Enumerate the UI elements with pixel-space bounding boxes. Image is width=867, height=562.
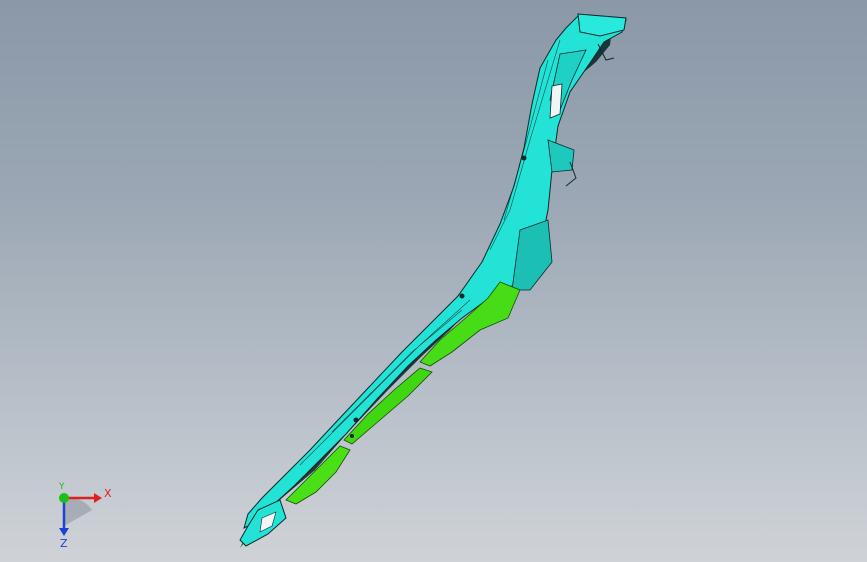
cad-3d-viewport[interactable]: X Z Y <box>0 0 867 562</box>
model-hole <box>350 434 354 438</box>
triad-z-arrow <box>59 528 69 536</box>
body-side-inner-panel-model[interactable] <box>0 0 867 562</box>
model-mid-flange <box>547 139 575 173</box>
orientation-triad[interactable]: X Z Y <box>40 480 120 550</box>
model-hole <box>353 417 359 423</box>
model-cyan-pillar <box>243 15 627 529</box>
triad-y-label: Y <box>58 482 65 492</box>
model-hole <box>521 155 527 161</box>
triad-x-arrow <box>94 493 102 503</box>
triad-x-label: X <box>104 487 112 500</box>
triad-z-label: Z <box>60 537 68 550</box>
model-hole <box>459 293 465 299</box>
model-white-insert <box>549 83 563 119</box>
triad-shadow <box>64 497 92 526</box>
triad-y-axis-dot <box>59 493 69 503</box>
